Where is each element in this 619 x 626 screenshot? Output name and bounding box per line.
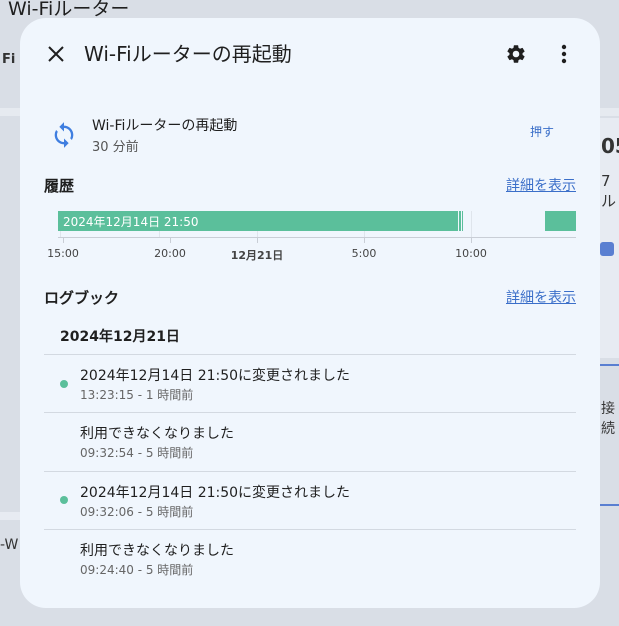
- log-entry-message: 利用できなくなりました: [80, 543, 234, 559]
- axis-label-4: 5:00: [351, 247, 377, 260]
- entity-name: Wi-Fiルーターの再起動: [92, 118, 238, 134]
- log-state-dot: [60, 496, 68, 504]
- axis-label-3: 12月21日: [230, 249, 284, 262]
- logbook-date-header: 2024年12月21日: [60, 329, 180, 345]
- background-line-right: [600, 364, 619, 366]
- log-entry-message: 2024年12月14日 21:50に変更されました: [80, 485, 351, 501]
- background-strip-left: [0, 512, 20, 520]
- log-separator: [44, 529, 576, 530]
- background-label-right-2: 接続: [601, 401, 615, 437]
- background-line-right-2: [600, 504, 619, 506]
- background-value-right: 05: [601, 134, 619, 158]
- timeline-bar-sliver-1[interactable]: [459, 211, 461, 231]
- timeline-bar-main[interactable]: 2024年12月14日 21:50: [58, 211, 458, 231]
- background-label-right: 7ル: [601, 172, 617, 210]
- background-label-fi: Fi: [2, 52, 16, 67]
- log-separator: [44, 354, 576, 355]
- restart-icon: [50, 121, 78, 149]
- dialog-title: Wi-Fiルーターの再起動: [84, 42, 292, 66]
- axis-label-2: 20:00: [154, 247, 186, 260]
- more-vert-icon: [561, 44, 567, 64]
- log-separator: [44, 412, 576, 413]
- press-button[interactable]: 押す: [530, 123, 554, 140]
- axis-label-1: 15:00: [47, 247, 79, 260]
- timeline-bar-label: 2024年12月14日 21:50: [63, 215, 199, 229]
- timeline-bar-end[interactable]: [545, 211, 576, 231]
- timeline-tick-5: [471, 237, 472, 243]
- background-chip-icon: [600, 242, 614, 256]
- settings-button[interactable]: [502, 40, 530, 68]
- more-options-button[interactable]: [550, 40, 578, 68]
- gear-icon: [507, 45, 525, 63]
- timeline-tick-2: [170, 237, 171, 243]
- log-entry-time: 09:32:06 - 5 時間前: [80, 505, 194, 519]
- history-timeline[interactable]: 2024年12月14日 21:50: [58, 211, 576, 235]
- timeline-tick-3: [257, 237, 258, 243]
- timeline-tick-4: [364, 237, 365, 243]
- log-entry-message: 利用できなくなりました: [80, 426, 234, 442]
- log-entry-message: 2024年12月14日 21:50に変更されました: [80, 368, 351, 384]
- background-label-left-2: -W: [0, 537, 19, 553]
- logbook-title: ログブック: [44, 289, 120, 307]
- timeline-tick-1: [63, 237, 64, 243]
- log-separator: [44, 471, 576, 472]
- log-entry-time: 09:32:54 - 5 時間前: [80, 446, 194, 460]
- more-info-dialog: Wi-Fiルーターの再起動 Wi-Fiルーターの再起動 30 分前 押す 履歴 …: [20, 18, 600, 608]
- log-entry-time: 13:23:15 - 1 時間前: [80, 388, 194, 402]
- timeline-bar-sliver-2[interactable]: [462, 211, 463, 231]
- log-state-dot: [60, 380, 68, 388]
- close-button[interactable]: [42, 40, 70, 68]
- axis-label-5: 10:00: [455, 247, 487, 260]
- entity-last-changed: 30 分前: [92, 140, 139, 155]
- history-title: 履歴: [44, 177, 75, 195]
- timeline-axis: [58, 237, 576, 238]
- logbook-details-link[interactable]: 詳細を表示: [506, 287, 576, 307]
- history-details-link[interactable]: 詳細を表示: [506, 175, 576, 195]
- log-entry-time: 09:24:40 - 5 時間前: [80, 563, 194, 577]
- close-icon: [48, 46, 64, 62]
